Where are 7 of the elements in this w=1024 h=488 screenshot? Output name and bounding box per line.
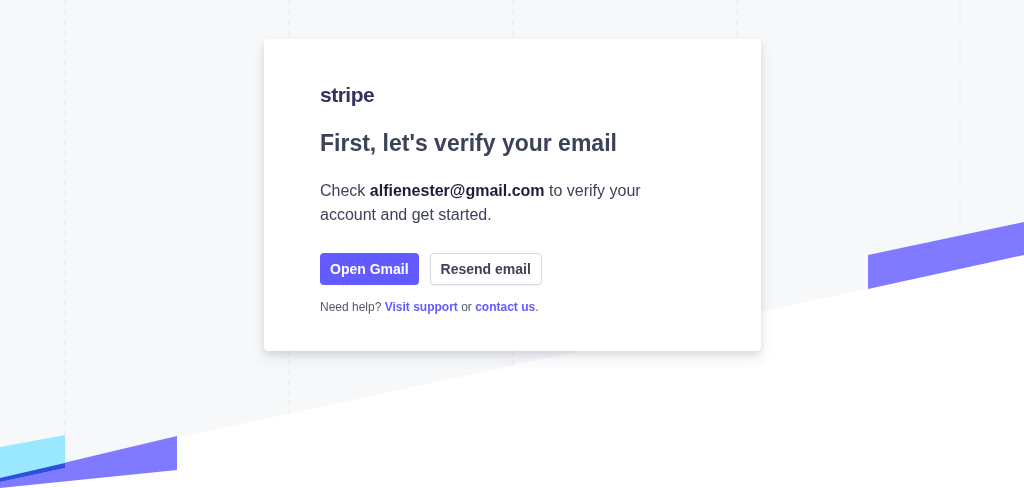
message: Check alfienester@gmail.com to verify your account and get started. [320, 181, 642, 225]
help-text: Need help? Visit support or contact us. [320, 299, 539, 315]
open-gmail-button[interactable]: Open Gmail [320, 253, 419, 285]
help-link[interactable]: Visit support [384, 300, 458, 314]
resend-email-button[interactable]: Resend email [429, 253, 542, 285]
logo: stripe [320, 83, 375, 107]
title: First, let's verify your email [320, 129, 618, 158]
